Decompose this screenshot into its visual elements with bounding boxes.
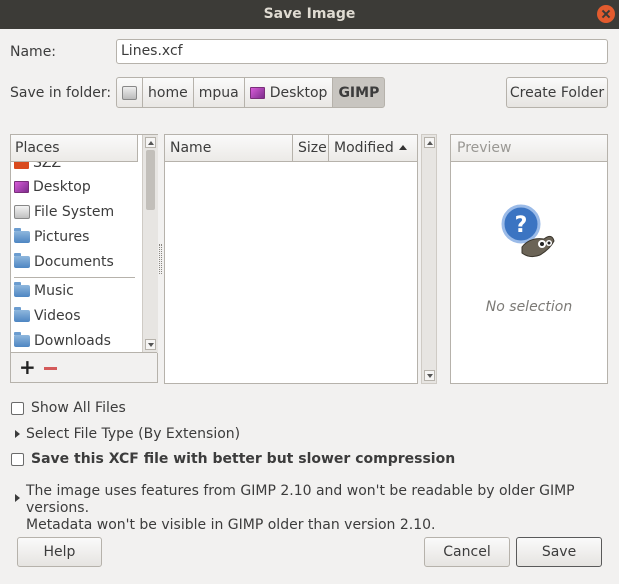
desktop-icon	[249, 86, 265, 99]
place-item-label: Music	[34, 283, 74, 299]
places-scrollbar[interactable]	[142, 135, 158, 353]
title-bar: Save Image	[0, 0, 619, 29]
preview-header: Preview	[451, 135, 607, 162]
path-crumb-desktop-label: Desktop	[269, 84, 328, 101]
place-item-downloads[interactable]: Downloads	[11, 329, 138, 352]
compression-checkbox[interactable]	[11, 453, 24, 466]
place-item-label: Pictures	[34, 229, 90, 245]
places-panel: Places SZZ Desktop File System Pictures …	[10, 134, 158, 383]
place-item-label: Documents	[34, 254, 114, 270]
close-icon[interactable]	[597, 5, 615, 23]
place-item-videos[interactable]: Videos	[11, 304, 138, 328]
path-crumb-desktop[interactable]: Desktop	[243, 77, 334, 108]
scroll-up-icon[interactable]	[424, 137, 435, 148]
remove-bookmark-icon[interactable]	[44, 367, 57, 370]
help-button[interactable]: Help	[17, 537, 102, 567]
file-list-scrollbar[interactable]	[421, 134, 437, 384]
scroll-down-icon[interactable]	[145, 339, 156, 350]
place-item-documents[interactable]: Documents	[11, 250, 138, 274]
window-title: Save Image	[263, 6, 356, 22]
folder-icon	[14, 253, 30, 268]
scroll-thumb[interactable]	[146, 150, 155, 210]
column-header-name[interactable]: Name	[165, 135, 293, 162]
path-crumb-mpua[interactable]: mpua	[192, 77, 245, 108]
message-line-2: Metadata won't be visible in GIMP older …	[26, 517, 436, 533]
name-label: Name:	[10, 44, 57, 60]
preview-panel: Preview ? No selection	[450, 134, 608, 384]
place-item-label: Videos	[34, 308, 81, 324]
column-header-size[interactable]: Size	[293, 135, 329, 162]
filename-input[interactable]: Lines.xcf	[116, 39, 608, 64]
scroll-down-icon[interactable]	[424, 370, 435, 381]
places-separator	[14, 277, 135, 278]
column-header-modified[interactable]: Modified	[329, 135, 417, 162]
folder-icon	[14, 282, 30, 297]
places-toolbar: +	[11, 352, 157, 382]
folder-icon	[14, 228, 30, 243]
place-item-file-system[interactable]: File System	[11, 200, 138, 224]
file-list-header: Name Size Modified	[165, 135, 417, 162]
file-list[interactable]: Name Size Modified	[164, 134, 418, 384]
drive-icon	[122, 85, 137, 100]
desktop-icon	[14, 181, 29, 193]
place-item-desktop[interactable]: Desktop	[11, 175, 138, 199]
compatibility-message: The image uses features from GIMP 2.10 a…	[26, 483, 611, 534]
scroll-up-icon[interactable]	[145, 137, 156, 148]
place-item-label: Downloads	[34, 333, 111, 349]
path-bar: home mpua Desktop GIMP	[116, 77, 386, 108]
places-header[interactable]: Places	[11, 135, 138, 162]
path-crumb-gimp[interactable]: GIMP	[332, 77, 386, 108]
svg-text:?: ?	[515, 213, 528, 238]
compression-label[interactable]: Save this XCF file with better but slowe…	[31, 451, 455, 467]
cancel-button[interactable]: Cancel	[424, 537, 510, 567]
place-item-pictures[interactable]: Pictures	[11, 225, 138, 249]
column-header-modified-label: Modified	[334, 140, 394, 156]
place-item-label: SZZ	[33, 162, 62, 171]
folder-icon	[14, 332, 30, 347]
drive-icon	[14, 205, 30, 219]
pane-resize-handle[interactable]	[159, 244, 162, 274]
message-line-1: The image uses features from GIMP 2.10 a…	[26, 483, 575, 516]
place-item-label: File System	[34, 204, 115, 220]
folder-icon	[14, 307, 30, 322]
save-button[interactable]: Save	[516, 537, 602, 567]
create-folder-button[interactable]: Create Folder	[506, 77, 608, 108]
expander-arrow-icon[interactable]	[15, 430, 20, 438]
path-crumb-home[interactable]: home	[142, 77, 194, 108]
save-in-folder-label: Save in folder:	[10, 85, 112, 101]
place-item-label: Desktop	[33, 179, 91, 195]
no-selection-text: No selection	[485, 299, 573, 315]
select-file-type-expander[interactable]: Select File Type (By Extension)	[26, 426, 240, 442]
places-list: SZZ Desktop File System Pictures Documen…	[11, 162, 138, 352]
show-all-files-checkbox[interactable]	[11, 402, 24, 415]
szz-icon	[14, 162, 29, 169]
add-bookmark-icon[interactable]: +	[19, 355, 36, 379]
path-root-button[interactable]	[116, 77, 143, 108]
gimp-unknown-preview-icon: ?	[501, 204, 555, 258]
show-all-files-label[interactable]: Show All Files	[31, 400, 126, 416]
message-expander-arrow-icon[interactable]	[15, 494, 20, 502]
place-item-music[interactable]: Music	[11, 279, 138, 303]
place-item-szz[interactable]: SZZ	[11, 162, 138, 175]
sort-ascending-icon	[398, 145, 407, 150]
